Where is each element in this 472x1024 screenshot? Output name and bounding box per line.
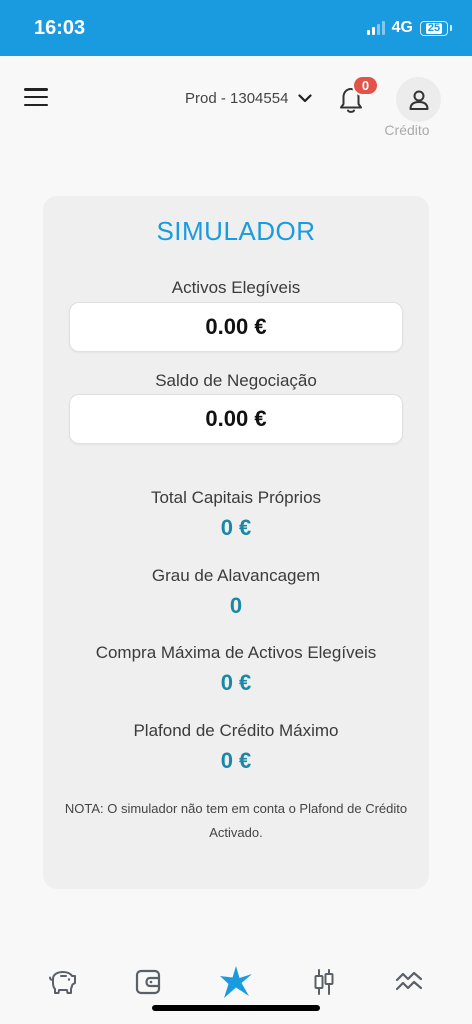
bottom-nav — [0, 950, 472, 1010]
profile-avatar[interactable] — [396, 77, 441, 122]
leverage-degree-label: Grau de Alavancagem — [151, 566, 321, 585]
max-purchase-label: Compra Máxima de Activos Elegíveis — [95, 643, 377, 662]
market-waves-icon — [395, 971, 423, 991]
home-indicator — [152, 1005, 320, 1011]
battery-level: 25 — [425, 21, 443, 34]
battery-tip — [450, 25, 452, 31]
total-equity-label: Total Capitais Próprios — [150, 488, 322, 507]
signal-icon — [366, 21, 385, 35]
hamburger-menu-icon[interactable] — [24, 86, 48, 108]
nav-wallet[interactable] — [128, 962, 168, 1002]
nav-markets[interactable] — [389, 962, 429, 1002]
total-equity-value: 0 € — [220, 515, 252, 540]
network-type: 4G — [391, 19, 413, 36]
nav-home[interactable] — [216, 962, 256, 1002]
simulator-title: SIMULADOR — [156, 216, 316, 246]
status-bar: 16:03 4G 25 — [0, 0, 472, 56]
profile-label: Crédito — [384, 122, 430, 138]
leverage-degree-value: 0 — [229, 593, 243, 618]
status-indicators: 4G 25 — [366, 19, 452, 37]
max-purchase-value: 0 € — [220, 670, 252, 695]
account-selector[interactable]: Prod - 1304554 — [185, 90, 313, 107]
max-credit-limit-value: 0 € — [220, 748, 252, 773]
simulator-note: NOTA: O simulador não tem em conta o Pla… — [64, 801, 408, 840]
account-label: Prod - 1304554 — [185, 90, 289, 107]
max-credit-limit-label: Plafond de Crédito Máximo — [133, 721, 339, 740]
piggy-bank-icon — [49, 971, 76, 994]
eligible-assets-input[interactable]: 0.00 € — [69, 302, 403, 352]
nav-savings[interactable] — [43, 962, 83, 1002]
candlestick-icon — [314, 969, 334, 995]
nav-trading[interactable] — [304, 962, 344, 1002]
star-logo-icon — [220, 966, 252, 998]
simulator-card: SIMULADOR Activos Elegíveis 0.00 € Saldo… — [43, 196, 429, 889]
battery-icon: 25 — [420, 20, 448, 36]
eligible-assets-label: Activos Elegíveis — [171, 278, 301, 297]
trading-balance-label: Saldo de Negociação — [155, 371, 317, 390]
notification-badge: 0 — [352, 75, 379, 96]
wallet-icon — [135, 969, 161, 995]
user-icon — [409, 90, 428, 110]
chevron-down-icon — [298, 94, 313, 103]
status-time: 16:03 — [34, 17, 86, 39]
trading-balance-input[interactable]: 0.00 € — [69, 394, 403, 444]
app-header: Prod - 1304554 0 Crédito — [0, 56, 472, 156]
